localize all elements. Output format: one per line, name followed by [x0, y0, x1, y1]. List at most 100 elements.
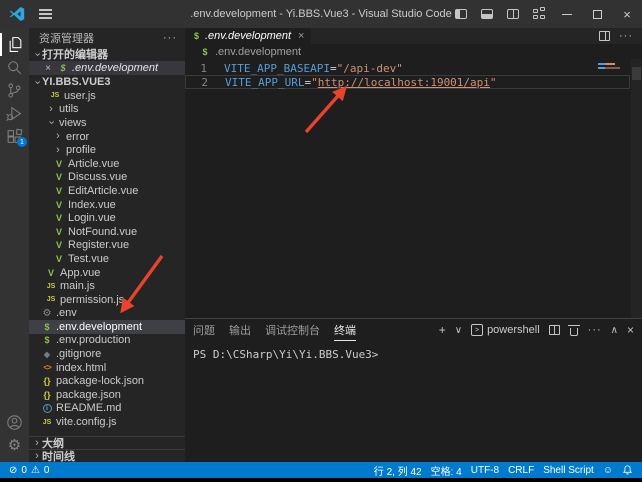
tree-item-NotFound.vue[interactable]: VNotFound.vue	[29, 225, 185, 239]
explorer-icon[interactable]	[0, 33, 29, 56]
tree-item-.env.development[interactable]: $.env.development	[29, 320, 185, 334]
tree-item-main.js[interactable]: JSmain.js	[29, 279, 185, 293]
tree-item-Index.vue[interactable]: VIndex.vue	[29, 198, 185, 212]
tree-item-vite.config.js[interactable]: JSvite.config.js	[29, 415, 185, 429]
new-terminal-icon[interactable]: +	[439, 323, 446, 337]
tree-item-Login.vue[interactable]: VLogin.vue	[29, 211, 185, 225]
file-label: .env.production	[56, 334, 130, 346]
extensions-icon[interactable]: 1	[0, 125, 29, 148]
status-bar: ⊘ 0 ⚠ 0 行 2, 列 42 空格: 4 UTF-8 CRLF Shell…	[0, 462, 642, 478]
language-mode[interactable]: Shell Script	[543, 465, 594, 476]
toggle-sidebar-icon[interactable]	[448, 0, 474, 28]
breadcrumb[interactable]: $ .env.development	[185, 44, 642, 59]
tab-label: .env.development	[205, 30, 291, 42]
maximize-panel-icon[interactable]: ∧	[611, 325, 618, 336]
close-tab-icon[interactable]: ×	[298, 30, 304, 42]
tree-item-EditArticle.vue[interactable]: VEditArticle.vue	[29, 184, 185, 198]
terminal-content[interactable]: PS D:\CSharp\Yi\Yi.BBS.Vue3>	[185, 341, 642, 361]
close-editor-icon[interactable]: ×	[45, 63, 57, 74]
file-label: index.html	[56, 362, 106, 374]
tab-terminal[interactable]: 终端	[334, 319, 356, 341]
tree-item-Article.vue[interactable]: VArticle.vue	[29, 157, 185, 171]
warnings-icon: ⚠	[31, 465, 40, 476]
terminal-prompt: PS D:\CSharp\Yi\Yi.BBS.Vue3>	[193, 348, 378, 361]
minimize-button[interactable]	[552, 0, 582, 28]
tree-item-Test.vue[interactable]: VTest.vue	[29, 252, 185, 266]
tree-item-permission.js[interactable]: JSpermission.js	[29, 293, 185, 307]
code-editor[interactable]: 1 VITE_APP_BASEAPI="/api-dev" 2 VITE_APP…	[185, 59, 642, 318]
cursor-position[interactable]: 行 2, 列 42	[374, 463, 422, 478]
panel-more-actions-icon[interactable]: ···	[588, 324, 602, 336]
close-window-button[interactable]: ×	[612, 0, 642, 28]
toggle-panel-icon[interactable]	[474, 0, 500, 28]
menu-icon[interactable]	[39, 13, 52, 14]
tree-item-Discuss.vue[interactable]: VDiscuss.vue	[29, 171, 185, 185]
tab-env-development[interactable]: $ .env.development ×	[185, 28, 311, 44]
tab-problems[interactable]: 问题	[193, 319, 215, 341]
tree-item-App.vue[interactable]: VApp.vue	[29, 266, 185, 280]
html-file-icon: <>	[41, 363, 53, 372]
terminal-instance-powershell[interactable]: > powershell	[471, 324, 540, 336]
toggle-secondary-sidebar-icon[interactable]	[500, 0, 526, 28]
chevron-right-icon: ›	[53, 145, 63, 156]
tab-bar: $ .env.development × ···	[185, 28, 642, 44]
tree-item-user.js[interactable]: JSuser.js	[29, 89, 185, 103]
editor-more-actions-icon[interactable]: ···	[619, 30, 633, 42]
maximize-button[interactable]	[582, 0, 612, 28]
file-label: .env.development	[56, 321, 142, 333]
js-file-icon: JS	[49, 92, 61, 99]
file-label: .env	[56, 307, 77, 319]
explorer-sidebar: 资源管理器 ··· › 打开的编辑器 × $ .env.development …	[29, 28, 185, 462]
eol-sequence[interactable]: CRLF	[508, 465, 534, 476]
minimap[interactable]	[598, 63, 626, 69]
tab-debug-console[interactable]: 调试控制台	[265, 319, 320, 341]
settings-gear-icon[interactable]: ⚙	[0, 434, 29, 457]
editor-scrollbar[interactable]	[631, 59, 642, 318]
tree-item-package.json[interactable]: {}package.json	[29, 388, 185, 402]
chevron-right-icon: ›	[53, 131, 63, 142]
run-debug-icon[interactable]	[0, 102, 29, 125]
tree-item-profile[interactable]: ›profile	[29, 143, 185, 157]
search-icon[interactable]	[0, 56, 29, 79]
tree-item-error[interactable]: ›error	[29, 130, 185, 144]
tree-item-.gitignore[interactable]: ◆.gitignore	[29, 347, 185, 361]
split-editor-icon[interactable]	[599, 31, 610, 41]
sidebar-more-actions-icon[interactable]: ···	[163, 32, 177, 44]
url-link[interactable]: http://localhost:19001/api	[318, 76, 490, 89]
file-label: App.vue	[60, 267, 100, 279]
account-icon[interactable]	[0, 411, 29, 434]
shell-file-icon: $	[57, 63, 69, 73]
indentation[interactable]: 空格: 4	[431, 463, 462, 478]
tree-item-.env.production[interactable]: $.env.production	[29, 334, 185, 348]
code-line-1: 1 VITE_APP_BASEAPI="/api-dev"	[185, 61, 630, 75]
tree-item-utils[interactable]: ›utils	[29, 103, 185, 117]
open-editor-item[interactable]: × $ .env.development	[29, 61, 185, 75]
project-section-header[interactable]: › YI.BBS.VUE3	[29, 75, 185, 89]
tree-item-index.html[interactable]: <>index.html	[29, 361, 185, 375]
js-file-icon: JS	[41, 419, 53, 426]
terminal-dropdown-icon[interactable]: ∨	[455, 325, 462, 336]
feedback-icon[interactable]: ☺	[603, 465, 613, 476]
tab-output[interactable]: 输出	[229, 319, 251, 341]
problems-status[interactable]: ⊘ 0 ⚠ 0	[9, 465, 49, 476]
vscode-window: .env.development - Yi.BBS.Vue3 - Visual …	[0, 0, 642, 482]
split-terminal-icon[interactable]	[549, 325, 560, 335]
customize-layout-icon[interactable]	[526, 0, 552, 28]
sidebar-title: 资源管理器	[39, 30, 94, 46]
tree-item-Register.vue[interactable]: VRegister.vue	[29, 239, 185, 253]
gear-file-icon: ⚙	[41, 308, 53, 319]
source-control-icon[interactable]	[0, 79, 29, 102]
kill-terminal-icon[interactable]	[569, 325, 579, 336]
tree-item-README.md[interactable]: iREADME.md	[29, 402, 185, 416]
vue-file-icon: V	[53, 186, 65, 196]
close-panel-icon[interactable]: ×	[627, 323, 634, 337]
tree-item-views[interactable]: ›views	[29, 116, 185, 130]
notifications-bell-icon[interactable]	[622, 464, 633, 476]
open-editors-header[interactable]: › 打开的编辑器	[29, 47, 185, 61]
tree-item-.env[interactable]: ⚙.env	[29, 307, 185, 321]
encoding[interactable]: UTF-8	[471, 465, 499, 476]
file-label: Login.vue	[68, 212, 116, 224]
tree-item-package-lock.json[interactable]: {}package-lock.json	[29, 374, 185, 388]
file-label: NotFound.vue	[68, 226, 137, 238]
timeline-section-header[interactable]: › 时间线	[29, 449, 185, 462]
